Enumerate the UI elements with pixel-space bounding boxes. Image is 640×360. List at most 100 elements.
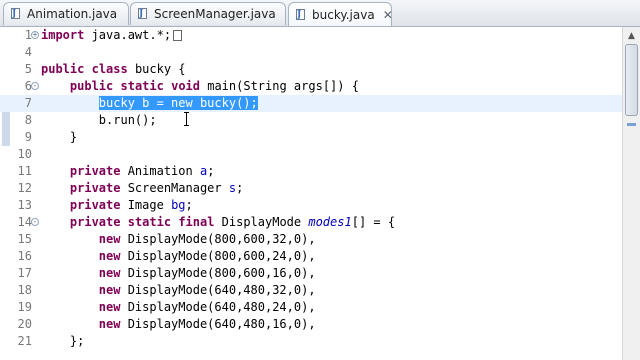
tab-label: bucky.java (312, 7, 375, 22)
code-line[interactable]: 17 new DisplayMode(800,600,16,0), (0, 265, 622, 282)
code-text: new DisplayMode(640,480,32,0), (41, 282, 316, 299)
code-token: new (98, 317, 121, 331)
code-line[interactable]: 6- public static void main(String args[]… (0, 78, 622, 95)
editor-tab-bar: J Animation.java J ScreenManager.java J … (0, 0, 640, 27)
code-token: }; (41, 334, 85, 348)
code-token: final (178, 215, 215, 229)
line-number: 5 (24, 62, 32, 76)
line-number: 17 (17, 266, 32, 280)
code-line[interactable]: 15 new DisplayMode(800,600,32,0), (0, 231, 622, 248)
code-line[interactable]: 21 }; (0, 333, 622, 350)
code-text: new DisplayMode(640,480,24,0), (41, 299, 316, 316)
code-token: void (171, 79, 200, 93)
code-token: bg (171, 198, 186, 212)
code-text: private Animation a; (41, 163, 215, 180)
tab-screenmanager-java[interactable]: J ScreenManager.java (130, 2, 286, 25)
tab-bucky-java[interactable]: J bucky.java ✕ (288, 2, 393, 26)
code-line[interactable]: 20 new DisplayMode(640,480,16,0), (0, 316, 622, 333)
code-token: ScreenManager (120, 181, 229, 195)
code-token: ; (236, 181, 244, 195)
code-line[interactable]: 8 b.run(); (0, 112, 622, 129)
selection-overview-marker (627, 123, 636, 126)
fold-toggle-icon[interactable]: - (31, 218, 39, 226)
scroll-thumb[interactable] (625, 44, 638, 116)
code-line[interactable]: 19 new DisplayMode(640,480,24,0), (0, 299, 622, 316)
code-editor[interactable]: 1 + import java.awt.*; 4 5 public class bucky… (0, 27, 640, 360)
code-token: Animation (120, 164, 200, 178)
java-file-icon: J (137, 8, 149, 20)
code-text: bucky b = new bucky(); (41, 95, 258, 112)
tab-label: ScreenManager.java (154, 7, 276, 21)
code-text: new DisplayMode(640,480,16,0), (41, 316, 316, 333)
line-number: 11 (17, 164, 32, 178)
text-cursor-icon (184, 112, 189, 126)
fold-toggle-icon[interactable]: + (31, 31, 39, 39)
line-number: 10 (17, 147, 32, 161)
code-text: b.run(); (41, 112, 157, 129)
code-line[interactable]: 16 new DisplayMode(800,600,24,0), (0, 248, 622, 265)
tab-animation-java[interactable]: J Animation.java (3, 2, 129, 25)
code-text: private static final DisplayMode modes1[… (41, 214, 395, 231)
java-file-icon: J (10, 8, 22, 20)
code-token: private (69, 181, 121, 195)
scroll-up-icon[interactable]: ▲ (623, 27, 640, 44)
code-text: new DisplayMode(800,600,24,0), (41, 248, 316, 265)
code-token: DisplayMode(640,480,24,0), (120, 300, 316, 314)
fold-toggle-icon[interactable]: - (31, 82, 39, 90)
code-token: new (98, 249, 121, 263)
code-line[interactable]: 4 (0, 44, 622, 61)
code-token: DisplayMode(640,480,16,0), (120, 317, 316, 331)
code-text: new DisplayMode(800,600,16,0), (41, 265, 316, 282)
vertical-scrollbar[interactable]: ▲ (622, 27, 640, 360)
code-token: static (120, 79, 164, 93)
code-line[interactable]: 10 (0, 146, 622, 163)
code-text: }; (41, 333, 84, 350)
code-line[interactable]: 13 private Image bg; (0, 197, 622, 214)
code-token: DisplayMode(800,600,32,0), (120, 232, 316, 246)
close-tab-icon[interactable]: ✕ (383, 8, 393, 22)
code-line[interactable]: 12 private ScreenManager s; (0, 180, 622, 197)
code-line[interactable]: 18 new DisplayMode(640,480,32,0), (0, 282, 622, 299)
code-line[interactable]: 1 + import java.awt.*; (0, 27, 622, 44)
code-text: import java.awt.*; (41, 27, 183, 44)
line-number: 12 (17, 181, 32, 195)
line-number: 1 (24, 28, 32, 42)
code-token: new (98, 232, 121, 246)
code-line[interactable]: 9 } (0, 129, 622, 146)
tab-label: Animation.java (27, 7, 118, 21)
code-text: public static void main(String args[]) { (41, 78, 359, 95)
code-token: private (69, 198, 121, 212)
line-number: 13 (17, 198, 32, 212)
code-token: DisplayMode(800,600,16,0), (120, 266, 316, 280)
code-token: b.run(); (41, 113, 157, 127)
code-token: Image (120, 198, 172, 212)
code-line[interactable]: 5 public class bucky { (0, 61, 622, 78)
line-number: 19 (17, 300, 32, 314)
java-file-icon: J (295, 8, 307, 21)
code-line[interactable]: 14- private static final DisplayMode mod… (0, 214, 622, 231)
code-token: import (41, 28, 85, 42)
line-number: 21 (17, 334, 32, 348)
selected-text: bucky b = new bucky(); (98, 96, 258, 110)
code-token: main(String args[]) { (200, 79, 359, 93)
line-number: 8 (24, 113, 32, 127)
collapsed-imports-icon[interactable] (173, 30, 183, 41)
code-token: [] = { (351, 215, 396, 229)
code-token: DisplayMode(800,600,24,0), (120, 249, 316, 263)
line-number: 18 (17, 283, 32, 297)
code-token: s (228, 181, 237, 195)
code-line[interactable]: 7 bucky b = new bucky(); (0, 95, 622, 112)
code-line[interactable]: 11 private Animation a; (0, 163, 622, 180)
